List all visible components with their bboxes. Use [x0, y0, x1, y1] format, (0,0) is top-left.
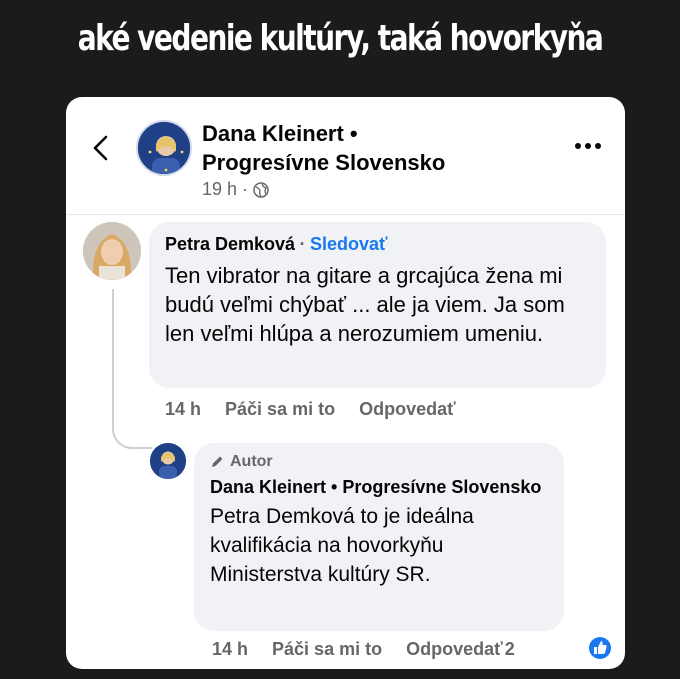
author-badge: Autor	[210, 453, 548, 471]
post-header: Dana Kleinert • Progresívne Slovensko 19…	[66, 97, 625, 215]
comment-author[interactable]: Petra Demková	[165, 234, 295, 254]
like-button[interactable]: Páči sa mi to	[225, 399, 335, 420]
comment-separator: ·	[299, 234, 306, 254]
reply-thread-line	[112, 289, 152, 449]
pencil-icon	[212, 456, 223, 467]
like-icon[interactable]	[589, 637, 611, 659]
reply-button[interactable]: Odpovedať	[359, 399, 456, 420]
reply-text: Petra Demková to je ideálna kvalifikácia…	[210, 505, 474, 586]
reply-avatar[interactable]	[150, 443, 186, 479]
follow-link[interactable]: Sledovať	[310, 234, 388, 254]
meme-caption: aké vedenie kultúry, taká hovorkyňa	[77, 18, 604, 59]
comment-actions: 14 h Páči sa mi to Odpovedať	[165, 399, 456, 420]
like-thumb-glyph	[594, 641, 607, 654]
reply-actions: 14 h Páči sa mi to Odpovedať 2	[212, 639, 515, 660]
facebook-post-card: Dana Kleinert • Progresívne Slovensko 19…	[66, 97, 625, 669]
reply-reply-button: Odpovedať 2	[406, 639, 515, 660]
comment-bubble: Petra Demková · Sledovať Ten vibrator na…	[149, 222, 606, 388]
post-author-name[interactable]: Dana Kleinert • Progresívne Slovensko	[202, 119, 522, 177]
comment-time: 14 h	[165, 399, 202, 419]
reply-reply-label[interactable]: Odpovedať	[406, 639, 503, 659]
reply-time: 14 h	[212, 639, 249, 659]
page-avatar-image	[138, 122, 190, 174]
author-badge-label: Autor	[230, 453, 273, 470]
commenter-avatar-image	[83, 222, 141, 280]
back-arrow-icon[interactable]	[90, 133, 112, 163]
commenter-avatar[interactable]	[83, 222, 141, 280]
reaction-count: 2	[504, 639, 515, 659]
post-time: 19 h ·	[202, 179, 249, 199]
comment-header: Petra Demková · Sledovať	[165, 234, 590, 255]
post-meta: 19 h ·	[202, 179, 269, 200]
page-avatar[interactable]	[136, 120, 192, 176]
globe-icon	[253, 181, 269, 198]
reply-avatar-image	[150, 443, 186, 479]
reply-like-button[interactable]: Páči sa mi to	[272, 639, 382, 660]
more-options-icon[interactable]	[573, 141, 603, 151]
reply-author[interactable]: Dana Kleinert • Progresívne Slovensko	[210, 475, 548, 500]
reply-bubble: Autor Dana Kleinert • Progresívne Sloven…	[194, 443, 564, 631]
post-author-line2: Progresívne Slovensko	[202, 150, 446, 175]
comment-text: Ten vibrator na gitare a grcajúca žena m…	[165, 263, 565, 346]
post-author-line1: Dana Kleinert •	[202, 121, 358, 146]
